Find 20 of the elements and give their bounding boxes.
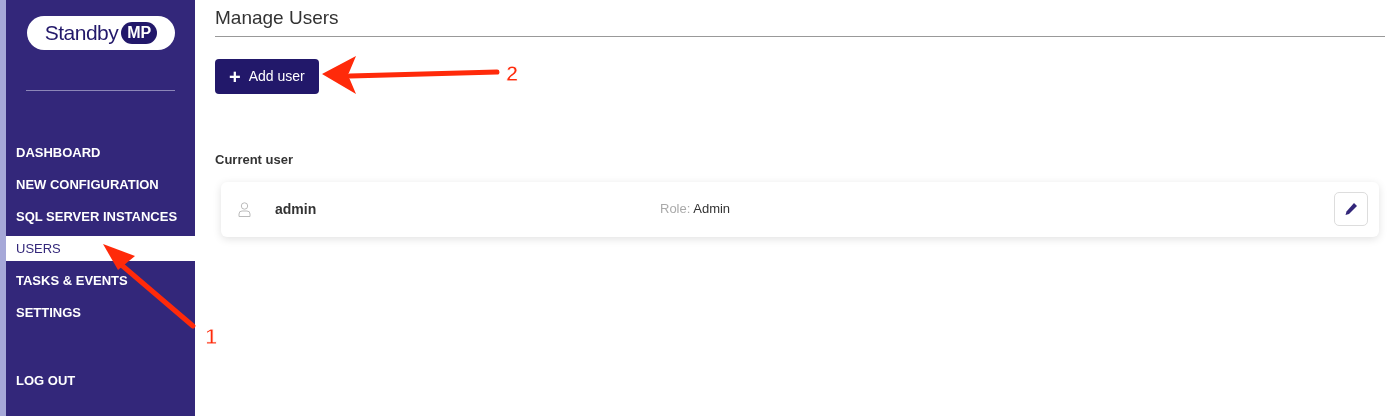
section-title: Current user [215, 151, 295, 169]
add-user-button[interactable]: + Add user [215, 59, 319, 94]
user-name: admin [275, 199, 318, 219]
logo-word: Standby [44, 20, 119, 47]
logout-link[interactable]: LOG OUT [6, 365, 195, 397]
logo-badge: MP [121, 22, 158, 44]
nav-item[interactable]: NEW CONFIGURATION [6, 169, 195, 201]
nav-item[interactable]: USERS [6, 236, 195, 261]
nav-item[interactable]: SETTINGS [6, 297, 195, 329]
user-icon [238, 201, 251, 217]
nav-item[interactable]: TASKS & EVENTS [6, 265, 195, 297]
user-role: Role: Admin [660, 200, 732, 219]
pencil-icon [1344, 202, 1358, 216]
callout-number: 1 [205, 324, 218, 349]
nav-item[interactable]: SQL SERVER INSTANCES [6, 201, 195, 233]
callout-number: 2 [506, 61, 519, 86]
nav-item[interactable]: DASHBOARD [6, 137, 195, 169]
page-title: Manage Users [215, 6, 340, 30]
edit-button[interactable] [1334, 192, 1368, 226]
plus-icon: + [229, 61, 241, 92]
